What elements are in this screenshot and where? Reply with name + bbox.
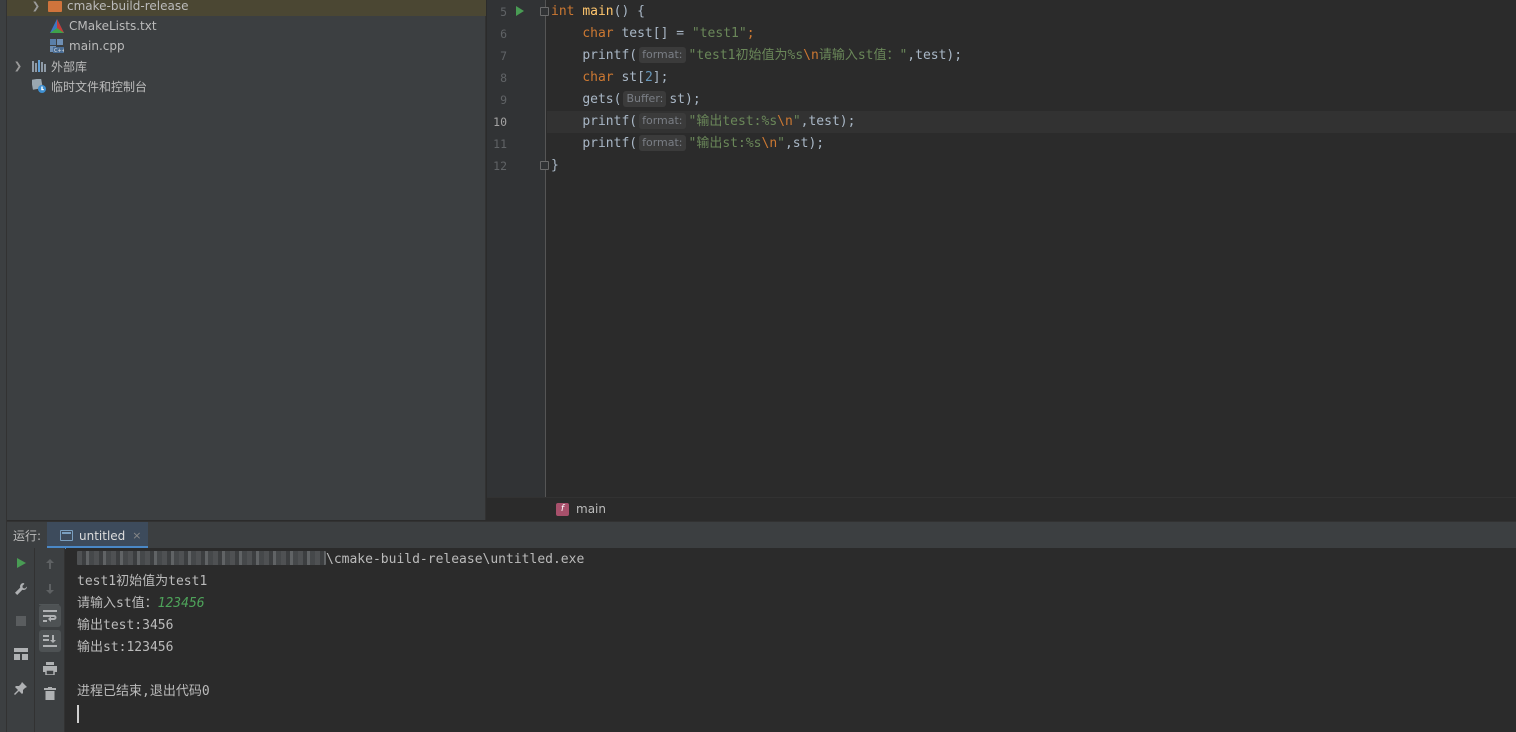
- tab-label: untitled: [79, 528, 126, 543]
- run-tool-window-header: 运行: untitled ×: [7, 521, 1516, 549]
- tree-item-label: cmake-build-release: [67, 0, 189, 13]
- tree-item-cmake-build-release[interactable]: ❯ cmake-build-release: [7, 0, 486, 16]
- parameter-hint: format:: [639, 113, 686, 129]
- svg-text:C++: C++: [54, 48, 64, 53]
- library-icon: [32, 59, 46, 73]
- project-tree-panel: ❯ cmake-build-release CMakeLists.txt C++…: [7, 0, 486, 520]
- tree-item-scratches[interactable]: 临时文件和控制台: [7, 76, 486, 96]
- console-line: 输出test:3456: [77, 618, 174, 633]
- print-icon: [43, 661, 57, 675]
- clear-all-button[interactable]: [39, 682, 61, 704]
- user-input-text: 123456: [157, 596, 205, 611]
- code-line-11: printf(format: "输出st:%s\n",st);: [582, 135, 825, 151]
- line-number: 6: [500, 27, 507, 41]
- line-number-current: 10: [493, 115, 507, 129]
- scroll-to-end-button[interactable]: [39, 630, 61, 652]
- fold-marker-icon[interactable]: [540, 161, 549, 170]
- line-number: 11: [493, 137, 507, 151]
- text-caret: [77, 705, 79, 723]
- tree-item-label: main.cpp: [69, 39, 125, 53]
- console-icon: [60, 530, 73, 541]
- left-tool-strip: [0, 0, 7, 732]
- soft-wrap-icon: [43, 610, 57, 622]
- code-line-8: char st[2];: [582, 70, 669, 85]
- tree-item-cmakelists[interactable]: CMakeLists.txt: [7, 16, 486, 36]
- run-toolbar-secondary: [35, 548, 65, 732]
- tree-item-label: 临时文件和控制台: [51, 79, 148, 94]
- arrow-up-icon: [46, 559, 54, 569]
- code-line-7: printf(format: "test1初始值为%s\n请输入st值：",tes…: [582, 47, 963, 63]
- console-exit-message: 进程已结束,退出代码0: [77, 684, 210, 699]
- pin-icon: [14, 682, 27, 695]
- tab-untitled[interactable]: untitled ×: [47, 522, 148, 549]
- editor-breadcrumb: f main: [487, 497, 1516, 520]
- line-number: 5: [500, 5, 507, 19]
- layout-icon: [14, 648, 28, 660]
- close-icon[interactable]: ×: [132, 529, 141, 542]
- code-line-6: char test[] = "test1";: [582, 26, 755, 41]
- code-line-9: gets(Buffer: st);: [582, 91, 701, 107]
- editor-gutter: 5 6 7 8 9 10 11 12: [487, 0, 549, 497]
- console-exe-path: \cmake-build-release\untitled.exe: [77, 549, 584, 571]
- tree-item-label: CMakeLists.txt: [69, 19, 157, 33]
- chevron-right-icon[interactable]: ❯: [12, 56, 24, 76]
- scroll-up-button[interactable]: [39, 553, 61, 575]
- parameter-hint: Buffer:: [623, 91, 667, 107]
- run-console-output[interactable]: \cmake-build-release\untitled.exe test1初…: [66, 548, 1516, 732]
- wrench-icon: [15, 583, 27, 595]
- scroll-to-end-icon: [43, 635, 57, 647]
- tree-item-main-cpp[interactable]: C++ main.cpp: [7, 36, 486, 56]
- edit-configuration-button[interactable]: [10, 578, 32, 600]
- arrow-down-icon: [46, 584, 54, 594]
- console-line: 请输入st值：123456: [77, 596, 205, 611]
- cpp-file-icon: C++: [50, 39, 64, 53]
- trash-icon: [44, 686, 56, 700]
- line-number: 12: [493, 159, 507, 173]
- code-line-5: int main() {: [551, 4, 645, 19]
- line-number: 8: [500, 71, 507, 85]
- run-toolbar-primary: [7, 548, 35, 732]
- pin-tab-button[interactable]: [10, 677, 32, 699]
- soft-wrap-button[interactable]: [39, 605, 61, 627]
- line-number: 7: [500, 49, 507, 63]
- folder-icon: [48, 1, 62, 12]
- code-line-12: }: [551, 158, 559, 173]
- run-window-label: 运行:: [13, 528, 42, 543]
- console-line: 输出st:123456: [77, 640, 174, 655]
- stop-icon: [16, 616, 26, 626]
- function-icon: f: [556, 502, 569, 516]
- breadcrumb-item-main[interactable]: main: [576, 502, 606, 516]
- fold-marker-icon[interactable]: [540, 7, 549, 16]
- scratch-icon: [32, 79, 46, 93]
- cmake-file-icon: [50, 19, 64, 33]
- tree-item-label: 外部库: [51, 59, 88, 74]
- chevron-right-icon[interactable]: ❯: [30, 0, 42, 16]
- scroll-down-button[interactable]: [39, 578, 61, 600]
- console-line: test1初始值为test1: [77, 574, 208, 589]
- rerun-button[interactable]: [10, 552, 32, 574]
- print-button[interactable]: [39, 657, 61, 679]
- parameter-hint: format:: [639, 47, 686, 63]
- parameter-hint: format:: [639, 135, 686, 151]
- play-icon: [17, 558, 26, 568]
- layout-button[interactable]: [10, 643, 32, 665]
- stop-button[interactable]: [10, 610, 32, 632]
- code-editor[interactable]: 5 6 7 8 9 10 11 12 int main() { char tes…: [487, 0, 1516, 497]
- code-line-10: printf(format: "输出test:%s\n",test);: [582, 113, 856, 129]
- run-gutter-icon[interactable]: [516, 6, 524, 16]
- tree-item-external-libraries[interactable]: ❯ 外部库: [7, 56, 486, 76]
- redacted-path: [77, 551, 326, 565]
- line-number: 9: [500, 93, 507, 107]
